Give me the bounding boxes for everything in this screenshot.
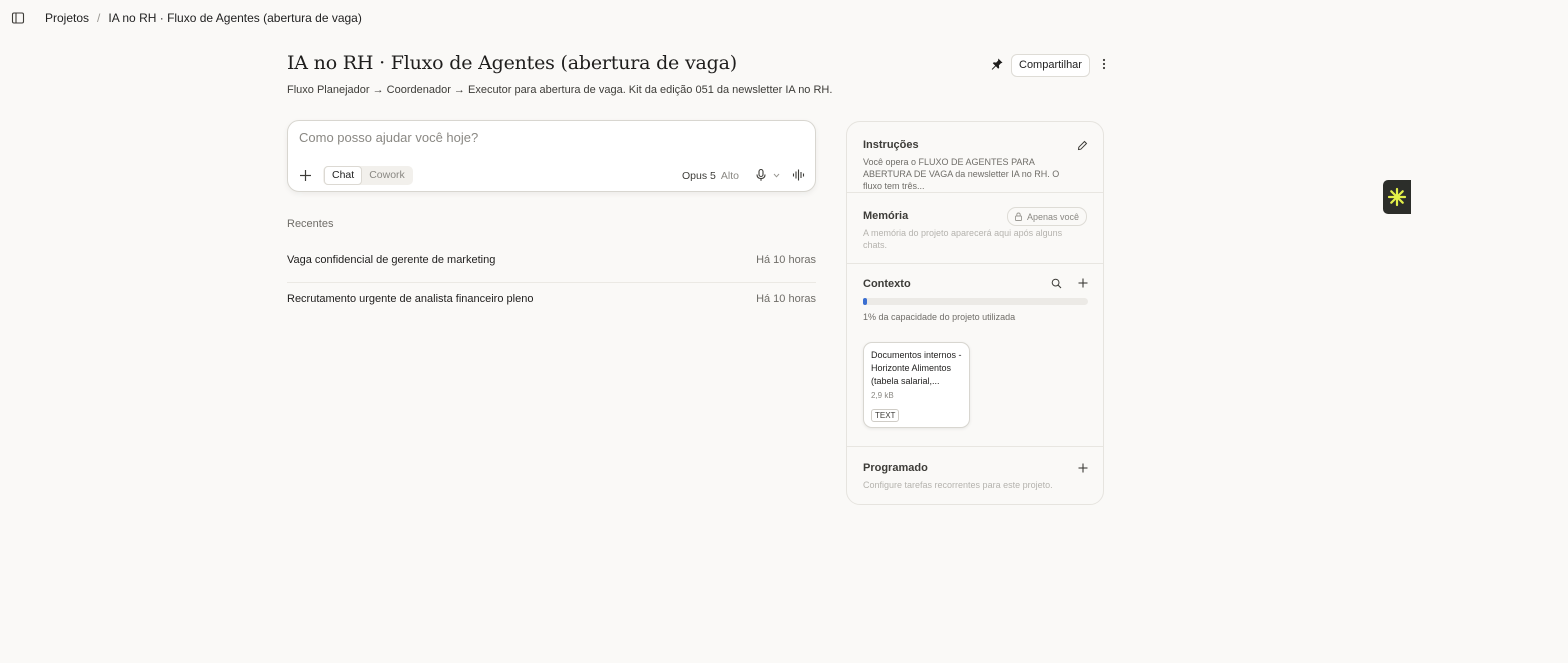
instructions-title: Instruções <box>863 139 919 151</box>
mode-toggle: Chat Cowork <box>323 166 413 185</box>
memory-visibility-label: Apenas você <box>1027 211 1080 222</box>
breadcrumb-projects-link[interactable]: Projetos <box>45 11 89 25</box>
recent-chat-time: Há 10 horas <box>756 254 816 266</box>
recent-chat-item[interactable]: Vaga confidencial de gerente de marketin… <box>287 244 816 283</box>
breadcrumb-current: IA no RH · Fluxo de Agentes (abertura de… <box>108 11 362 25</box>
scheduled-title: Programado <box>863 462 928 474</box>
chevron-down-icon[interactable] <box>773 173 780 178</box>
pin-icon[interactable] <box>990 57 1004 71</box>
pencil-icon[interactable] <box>1077 140 1088 151</box>
recents-heading: Recentes <box>287 218 334 230</box>
model-selector[interactable]: Opus 5 Alto <box>682 170 739 182</box>
sidebar-toggle-icon[interactable] <box>10 10 26 26</box>
share-button[interactable]: Compartilhar <box>1011 54 1090 77</box>
instructions-text[interactable]: Você opera o FLUXO DE AGENTES PARA ABERT… <box>863 156 1078 192</box>
scheduled-text: Configure tarefas recorrentes para este … <box>863 480 1053 490</box>
section-divider <box>847 192 1103 193</box>
mic-icon[interactable] <box>754 168 768 182</box>
memory-title: Memória <box>863 210 909 222</box>
plus-icon[interactable] <box>299 169 312 182</box>
project-side-panel: Instruções Você opera o FLUXO DE AGENTES… <box>846 121 1104 505</box>
mode-cowork-button[interactable]: Cowork <box>362 167 412 184</box>
file-name: Documentos internos - Horizonte Alimento… <box>871 350 962 386</box>
capacity-progress-bar <box>863 298 1088 305</box>
add-context-plus-icon[interactable] <box>1078 278 1088 288</box>
breadcrumb: Projetos / IA no RH · Fluxo de Agentes (… <box>45 11 362 25</box>
memory-visibility-badge: Apenas você <box>1007 207 1088 226</box>
capacity-progress-fill <box>863 298 867 305</box>
search-icon[interactable] <box>1051 278 1062 289</box>
section-divider <box>847 446 1103 447</box>
lock-icon <box>1014 212 1023 221</box>
breadcrumb-separator: / <box>97 11 101 25</box>
file-size: 2,9 kB <box>871 391 894 400</box>
more-icon[interactable] <box>1097 57 1111 71</box>
model-effort: Alto <box>720 170 739 182</box>
model-name: Opus 5 <box>682 170 716 182</box>
chat-composer: Chat Cowork Opus 5 Alto <box>287 120 816 192</box>
voice-icon[interactable] <box>792 168 806 182</box>
context-title: Contexto <box>863 278 911 290</box>
mode-chat-button[interactable]: Chat <box>324 166 363 185</box>
capacity-text: 1% da capacidade do projeto utilizada <box>863 312 1016 322</box>
chat-input[interactable] <box>299 130 789 145</box>
section-divider <box>847 263 1103 264</box>
recent-chat-time: Há 10 horas <box>756 293 816 305</box>
assistant-launcher-button[interactable] <box>1383 180 1411 214</box>
recent-chat-title: Recrutamento urgente de analista finance… <box>287 293 534 305</box>
project-description: Fluxo Planejador → Coordenador → Executo… <box>287 84 833 96</box>
context-file-card[interactable]: Documentos internos - Horizonte Alimento… <box>863 342 970 428</box>
recent-chat-item[interactable]: Recrutamento urgente de analista finance… <box>287 283 816 321</box>
page-title: IA no RH · Fluxo de Agentes (abertura de… <box>287 52 737 74</box>
add-scheduled-plus-icon[interactable] <box>1078 463 1088 473</box>
memory-text: A memória do projeto aparecerá aqui após… <box>863 228 1063 250</box>
file-type-badge: TEXT <box>871 409 900 422</box>
top-bar: Projetos / IA no RH · Fluxo de Agentes (… <box>0 0 1568 36</box>
recent-chat-title: Vaga confidencial de gerente de marketin… <box>287 254 496 266</box>
